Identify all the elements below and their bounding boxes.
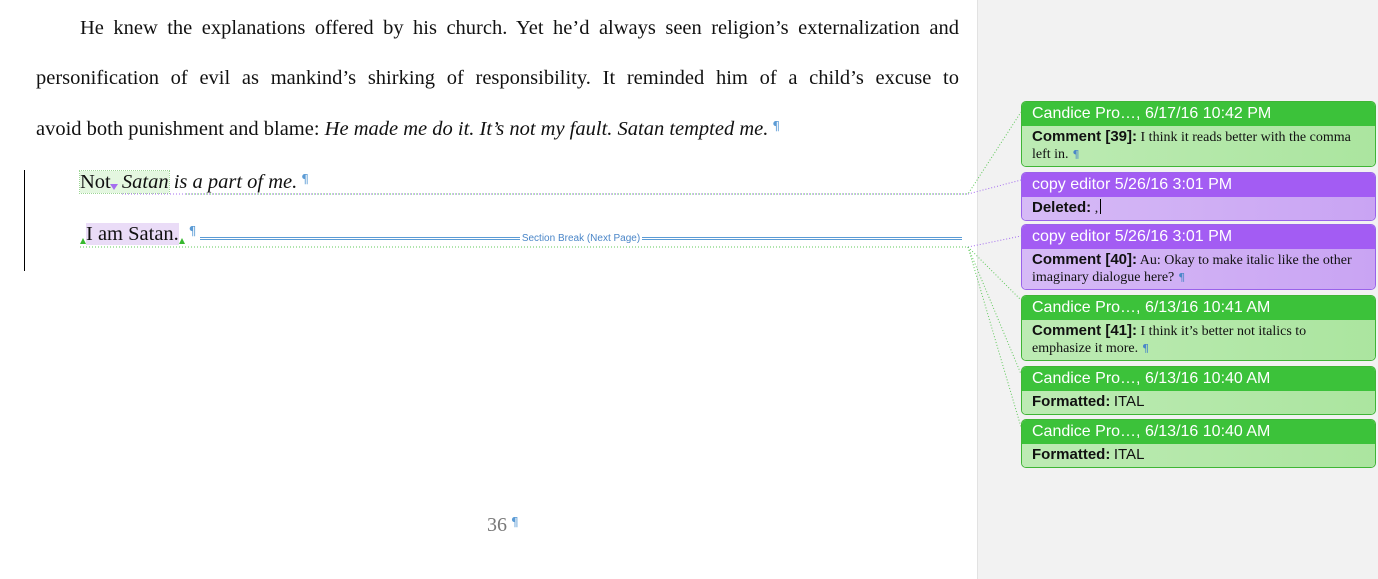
balloon-body: Comment [39]: I think it reads better wi…: [1022, 126, 1375, 166]
formatting-balloon-1[interactable]: Candice Pro…, 6/13/16 10:40 AM Formatted…: [1021, 366, 1376, 415]
balloon-header: copy editor 5/26/16 3:01 PM: [1022, 173, 1375, 197]
balloon-text: ,: [1094, 201, 1099, 216]
formatting-balloon-2[interactable]: Candice Pro…, 6/13/16 10:40 AM Formatted…: [1021, 419, 1376, 468]
italic-dialogue: He made me do it. It’s not my fault. Sat…: [324, 118, 769, 140]
comment-end-marker-icon[interactable]: [178, 238, 185, 244]
page-number: 36 ¶: [487, 514, 519, 537]
balloon-body: Deleted: ,: [1022, 197, 1375, 220]
document-page[interactable]: He knew the explanations offered by his …: [0, 0, 977, 579]
balloon-header: Candice Pro…, 6/13/16 10:40 AM: [1022, 420, 1375, 444]
paragraph-mark: ¶: [188, 224, 197, 238]
comment-balloon-41[interactable]: Candice Pro…, 6/13/16 10:41 AM Comment […: [1021, 295, 1376, 361]
balloon-kind: Comment [41]:: [1032, 322, 1138, 339]
word-satan: Satan: [121, 171, 169, 193]
paragraph-line-2[interactable]: personification of evil as mankind’s shi…: [36, 67, 959, 90]
section-break-rule-left: [200, 236, 520, 240]
balloon-body: Formatted: ITAL: [1022, 444, 1375, 467]
section-break-label: Section Break (Next Page): [521, 232, 641, 244]
paragraph-mark: ¶: [301, 172, 309, 186]
comment-balloon-39[interactable]: Candice Pro…, 6/17/16 10:42 PM Comment […: [1021, 101, 1376, 167]
balloon-header: copy editor 5/26/16 3:01 PM: [1022, 225, 1375, 249]
section-break-rule-right: [642, 236, 963, 240]
comment-balloon-40[interactable]: copy editor 5/26/16 3:01 PM Comment [40]…: [1021, 224, 1376, 290]
balloon-body: Comment [40]: Au: Okay to make italic li…: [1022, 249, 1375, 289]
section-break: Section Break (Next Page): [200, 232, 963, 244]
balloon-text: ITAL: [1113, 446, 1145, 463]
paragraph-mark: ¶: [1142, 342, 1150, 355]
deletion-balloon[interactable]: copy editor 5/26/16 3:01 PM Deleted: ,: [1021, 172, 1376, 221]
balloon-kind: Deleted:: [1032, 199, 1092, 216]
commented-text[interactable]: Not, Satan: [79, 170, 170, 194]
paragraph-mark: ¶: [1072, 148, 1080, 161]
commented-text-satan[interactable]: I am Satan.: [86, 223, 179, 245]
balloon-kind: Comment [40]:: [1032, 251, 1138, 268]
paragraph-line-3-text: avoid both punishment and blame:: [36, 118, 325, 140]
paragraph-line-3[interactable]: avoid both punishment and blame: He made…: [36, 118, 959, 141]
balloon-header: Candice Pro…, 6/17/16 10:42 PM: [1022, 102, 1375, 126]
text-cursor: [1100, 199, 1102, 214]
balloon-kind: Comment [39]:: [1032, 128, 1138, 145]
paragraph-mark: ¶: [511, 515, 519, 529]
paragraph-line-1[interactable]: He knew the explanations offered by his …: [36, 17, 959, 40]
paragraph-mark: ¶: [1178, 271, 1186, 284]
balloon-text: ITAL: [1113, 393, 1145, 410]
paragraph-mark: ¶: [772, 119, 781, 133]
balloon-kind: Formatted:: [1032, 446, 1111, 463]
word-not: Not: [80, 171, 111, 193]
balloon-header: Candice Pro…, 6/13/16 10:41 AM: [1022, 296, 1375, 320]
balloon-kind: Formatted:: [1032, 393, 1111, 410]
page-number-value: 36: [487, 514, 507, 536]
balloon-header: Candice Pro…, 6/13/16 10:40 AM: [1022, 367, 1375, 391]
balloon-body: Comment [41]: I think it’s better not it…: [1022, 320, 1375, 360]
paragraph-line-4[interactable]: Not, Satan is a part of me.¶: [36, 170, 959, 194]
line-4-rest: is a part of me.: [168, 171, 298, 193]
change-bar: [24, 170, 25, 271]
balloon-body: Formatted: ITAL: [1022, 391, 1375, 414]
